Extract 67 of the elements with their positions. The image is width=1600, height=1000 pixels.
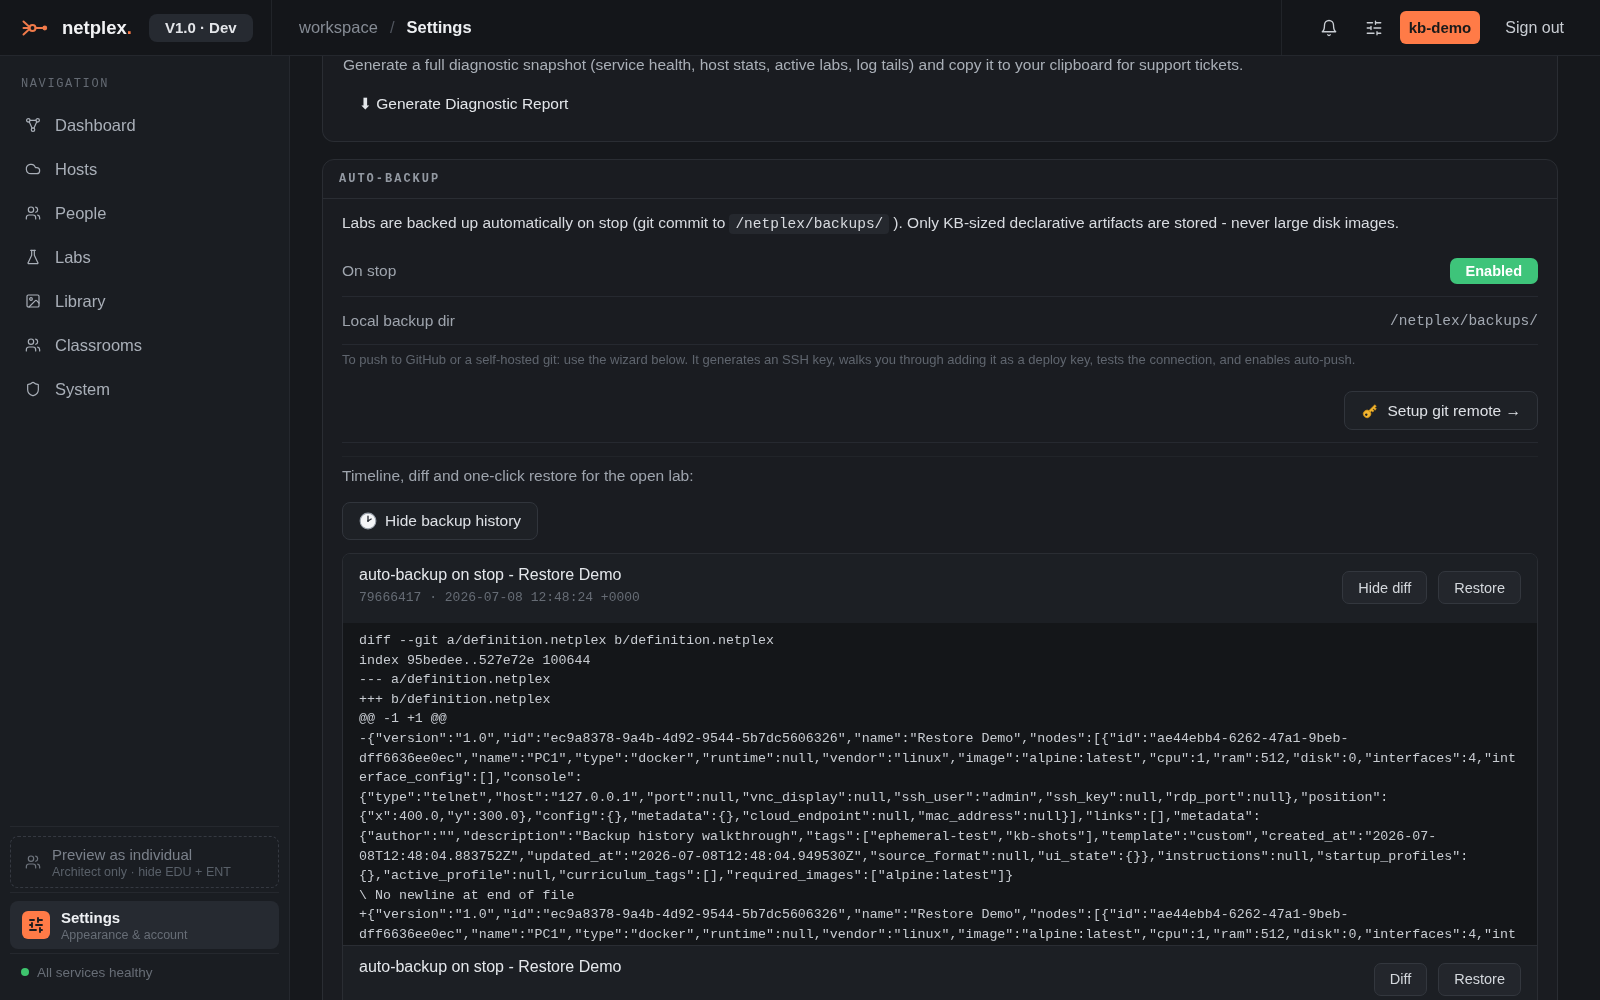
diff-line: --- a/definition.netplex [359,671,551,690]
network-icon [25,117,41,133]
nav-item[interactable]: System [10,367,279,411]
diff-line: -{"version":"1.0","id":"ec9a8378-9a4b-4d92-9544-5b7dc5606326","name":"Restore Demo","nodes":[{"id":"ae44ebb4-6262-47a1-9beb- [359,729,1349,748]
clock-icon [359,512,377,530]
diff-line: +{"version":"1.0","id":"ec9a8378-9a4b-4d92-9544-5b7dc5606326","name":"Restore Demo","nodes":[{"id":"ae44ebb4-6262-47a1-9beb- [359,906,1349,925]
settings-nav-item[interactable]: Settings Appearance & account [10,901,279,949]
section-title: AUTO-BACKUP [323,160,1557,199]
setting-value: /netplex/backups/ [1390,312,1538,329]
section-label: NAVIGATION [20,76,110,91]
diff-line: @@ -1 +1 @@ [359,710,447,729]
image-icon [25,293,41,309]
diff-line: \ No newline at end of file [359,886,575,905]
nav-item[interactable]: Dashboard [10,103,279,147]
restore-button[interactable]: Restore [1438,571,1521,604]
diff-line: 08T12:48:04.883752Z","updated_at":"2026-07-08T12:48:04.949530Z","source_format":null,"ui_state":{}},"instructions":null,"startup_profiles": [359,847,1469,866]
nav-item[interactable]: Labs [10,235,279,279]
entry-title: auto-backup on stop - Restore Demo [359,957,622,976]
status-text: All services healthy [37,964,153,980]
diff-line: erface_config":[],"console": [359,769,583,788]
nav-item[interactable]: People [10,191,279,235]
entry-title: auto-backup on stop - Restore Demo [359,566,622,584]
nav-item[interactable]: Classrooms [10,323,279,367]
description-text: Generate a full diagnostic snapshot (service health, host stats, active labs, log tails) and copy it to your clipboard for support tickets. [343,56,1244,74]
flask-icon [25,249,41,265]
users-icon [25,854,41,870]
diff-line: dff6636ee0ec","name":"PC1","type":"docker","runtime":null,"vendor":"linux","image":"alpine:latest","cpu":1,"ram":512,"disk":0,"interfaces":4,"int [359,925,1517,944]
breadcrumb-separator: / [389,18,395,37]
diff-line: {},"active_profile":null,"curriculum_tags":[],"required_images":["alpine:latest"]} [359,867,1014,886]
diff-line: diff --git a/definition.netplex b/definition.netplex [359,632,774,650]
breadcrumb-current: Settings [406,18,472,37]
diff-line: +++ b/definition.netplex [359,690,551,709]
timeline-text: Timeline, diff and one-click restore for the open lab: [342,466,695,485]
restore-button[interactable]: Restore [1438,962,1521,996]
commit-meta: 79666417 · 2026-07-08 12:48:24 +0000 [359,589,640,607]
settings-icon[interactable] [1364,18,1383,37]
breadcrumb-link[interactable]: workspace [299,18,378,37]
setting-label: On stop [342,261,397,280]
history-toggle-button[interactable]: Hide backup history [342,502,539,540]
preview-toggle[interactable]: Preview as individual Architect only · hide EDU + ENT [10,836,279,888]
setup-remote-button[interactable]: Setup git remote → [1344,391,1538,430]
users-icon [25,205,41,221]
diff-line: index 95bedee..527e72e 100644 [359,651,591,670]
diff-button[interactable]: Diff [1373,962,1428,996]
brand-name: netplex. [62,16,132,39]
nav-item[interactable]: Library [10,279,279,323]
generate-report-button[interactable]: ⬇ Generate Diagnostic Report [343,86,585,122]
diff-line: {"author":"","description":"Backup history walkthrough","tags":["ephemeral-test","kb-shots"],"template":"custom","created_at":"2026-07- [359,827,1437,846]
diff-line: {"type":"telnet","host":"127.0.0.1","port":null,"vnc_display":null,"ssh_user":"admin","ssh_key":null,"rdp_port":null},"position": [359,788,1389,807]
diff-line: dff6636ee0ec","name":"PC1","type":"docker","runtime":null,"vendor":"linux","image":"alpine:latest","cpu":1,"ram":512,"disk":0,"interfaces":4,"int [359,749,1517,768]
setting-label: Local backup dir [342,311,455,330]
diff-button[interactable]: Hide diff [1342,571,1428,604]
shield-icon [25,381,41,397]
key-icon [1361,401,1380,420]
logo-icon [22,18,48,37]
intro-text: Labs are backed up automatically on stop (git commit to /netplex/backups/ ). Only KB-sized declarative artifacts are stored - never large disk images. [342,213,1400,234]
sign-out-button[interactable]: Sign out [1497,12,1572,43]
diff-line: {"x":400.0,"y":300.0},"config":{},"metadata":{},"cloud_endpoint":null,"mac_address":null}],"links":[],"metadata": [359,808,1261,827]
user-button[interactable]: kb-demo [1399,11,1481,44]
hint-text: To push to GitHub or a self-hosted git: use the wizard below. It generates an SSH key, walks you through adding it as a deploy key, tests the connection, and enables auto-push. [342,351,1357,369]
nav-item[interactable]: Hosts [10,147,279,191]
status-badge: Enabled [1449,257,1538,284]
cloud-icon [25,161,41,177]
users-icon [25,337,41,353]
settings-icon [22,911,50,939]
bell-icon[interactable] [1319,18,1338,37]
version-badge: V1.0 · Dev [148,13,253,42]
